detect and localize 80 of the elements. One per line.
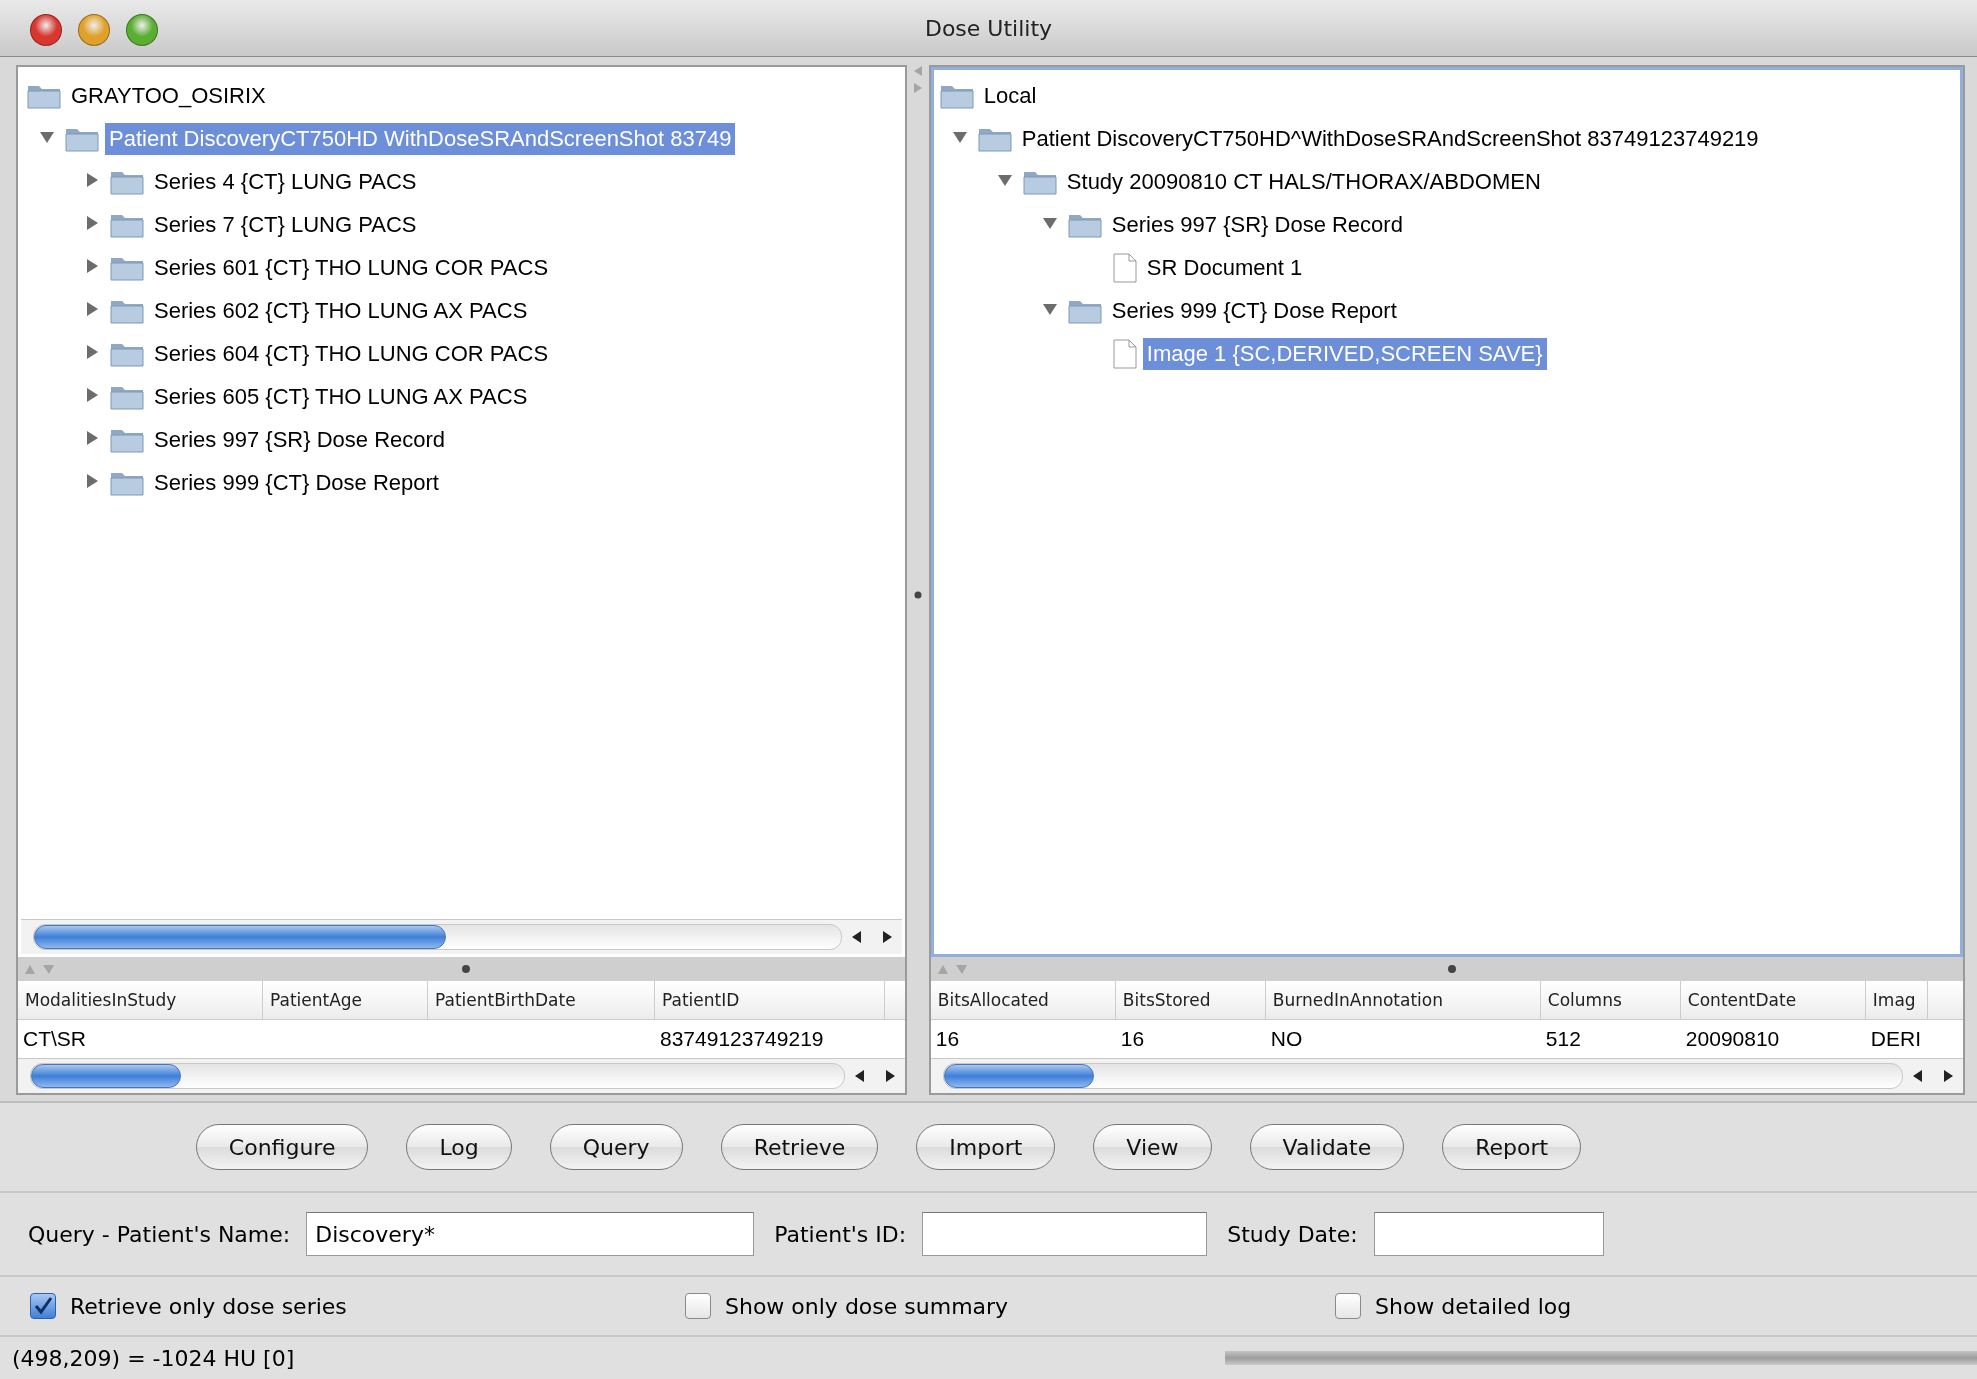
- tree-item[interactable]: GRAYTOO_OSIRIX: [67, 79, 270, 112]
- tree-item[interactable]: Series 604 {CT} THO LUNG COR PACS: [150, 337, 553, 370]
- table-cell: 83749123749219: [660, 1027, 824, 1051]
- table-cell: DERI: [1870, 1027, 1922, 1051]
- query-field[interactable]: [1373, 1212, 1604, 1256]
- collapsed-triangle-icon[interactable]: [84, 300, 100, 317]
- divider-grip-icon[interactable]: [1446, 964, 1457, 974]
- scroll-left-icon[interactable]: [1913, 1070, 1923, 1082]
- document-icon: [1112, 338, 1137, 369]
- tree-item[interactable]: Series 997 {SR} Dose Record: [1107, 208, 1407, 241]
- collapsed-triangle-icon[interactable]: [84, 429, 100, 446]
- column-header[interactable]: BitsAllocated: [930, 981, 1116, 1019]
- toolbar-button[interactable]: Report: [1442, 1124, 1582, 1170]
- field-label: Study Date:: [1227, 1221, 1358, 1247]
- scroll-right-icon[interactable]: [1943, 1070, 1953, 1082]
- query-field[interactable]: [922, 1212, 1208, 1256]
- toolbar-button[interactable]: Query: [549, 1124, 683, 1170]
- checkbox-label[interactable]: Show only dose summary: [725, 1293, 1009, 1319]
- checkbox[interactable]: [685, 1293, 711, 1319]
- toolbar-button[interactable]: Retrieve: [720, 1124, 879, 1170]
- column-header[interactable]: PatientID: [655, 981, 885, 1019]
- minimize-icon[interactable]: [78, 14, 110, 46]
- tree-item[interactable]: Series 601 {CT} THO LUNG COR PACS: [150, 251, 553, 284]
- tree-item[interactable]: Series 602 {CT} THO LUNG AX PACS: [150, 294, 532, 327]
- table-cell: 16: [935, 1027, 960, 1051]
- checkbox[interactable]: [1335, 1293, 1361, 1319]
- toolbar-button[interactable]: Log: [406, 1124, 512, 1170]
- field-label: Patient's ID:: [774, 1221, 907, 1247]
- table-cell: 20090810: [1685, 1027, 1780, 1051]
- horizontal-scrollbar[interactable]: [930, 1058, 1963, 1093]
- column-header[interactable]: ContentDate: [1680, 981, 1866, 1019]
- scroll-left-icon[interactable]: [854, 1070, 865, 1082]
- column-header[interactable]: Columns: [1540, 981, 1681, 1019]
- collapsed-triangle-icon[interactable]: [84, 343, 100, 360]
- column-header[interactable]: BurnedInAnnotation: [1265, 981, 1541, 1019]
- collapsed-triangle-icon[interactable]: [84, 472, 100, 489]
- scroll-right-icon[interactable]: [884, 1070, 895, 1082]
- column-header[interactable]: PatientBirthDate: [428, 981, 655, 1019]
- document-icon: [1112, 252, 1137, 283]
- divider-grip-icon[interactable]: [913, 591, 922, 599]
- tree-item[interactable]: Series 7 {CT} LUNG PACS: [150, 208, 421, 241]
- table-cell: 512: [1545, 1027, 1581, 1051]
- toolbar-button[interactable]: Configure: [195, 1124, 369, 1170]
- toolbar-button[interactable]: View: [1093, 1124, 1212, 1170]
- scroll-right-icon[interactable]: [881, 931, 892, 943]
- window-title: Dose Utility: [924, 15, 1053, 41]
- collapsed-triangle-icon[interactable]: [84, 257, 100, 274]
- table-cell: CT\SR: [23, 1027, 86, 1051]
- checkbox-label[interactable]: Retrieve only dose series: [70, 1293, 347, 1319]
- divider-grip-icon[interactable]: [461, 964, 472, 974]
- collapsed-triangle-icon[interactable]: [84, 171, 100, 188]
- field-label: Query - Patient's Name:: [28, 1221, 291, 1247]
- table-cell: NO: [1270, 1027, 1303, 1051]
- horizontal-scrollbar[interactable]: [21, 919, 902, 954]
- toolbar-button[interactable]: Validate: [1249, 1124, 1405, 1170]
- checkbox[interactable]: [30, 1293, 56, 1319]
- horizontal-scrollbar[interactable]: [18, 1058, 905, 1093]
- tree-item[interactable]: SR Document 1: [1142, 251, 1307, 284]
- tree-item[interactable]: Series 999 {CT} Dose Report: [150, 466, 443, 499]
- column-header[interactable]: PatientAge: [263, 981, 428, 1019]
- table-cell: 16: [1120, 1027, 1145, 1051]
- collapsed-triangle-icon[interactable]: [84, 214, 100, 231]
- query-field[interactable]: Discovery*: [306, 1212, 755, 1256]
- column-header[interactable]: ModalitiesInStudy: [18, 981, 263, 1019]
- tree-item[interactable]: Patient DiscoveryCT750HD^WithDoseSRAndScreenShot 83749123749219: [1017, 122, 1763, 155]
- tree-item[interactable]: Study 20090810 CT HALS/THORAX/ABDOMEN: [1062, 165, 1545, 198]
- column-header[interactable]: BitsStored: [1115, 981, 1266, 1019]
- close-icon[interactable]: [30, 14, 62, 46]
- collapsed-triangle-icon[interactable]: [84, 386, 100, 403]
- status-text: (498,209) = -1024 HU [0]: [11, 1345, 296, 1371]
- tree-item[interactable]: Series 997 {SR} Dose Record: [150, 423, 450, 456]
- tree-item[interactable]: Series 605 {CT} THO LUNG AX PACS: [150, 380, 532, 413]
- tree-item[interactable]: Series 4 {CT} LUNG PACS: [150, 165, 421, 198]
- tree-item[interactable]: Series 999 {CT} Dose Report: [1107, 294, 1401, 327]
- scroll-left-icon[interactable]: [851, 931, 862, 943]
- toolbar-button[interactable]: Import: [916, 1124, 1056, 1170]
- zoom-icon[interactable]: [126, 14, 158, 46]
- checkbox-label[interactable]: Show detailed log: [1375, 1293, 1572, 1319]
- column-header[interactable]: Imag: [1865, 981, 1928, 1019]
- tree-item[interactable]: Local: [979, 79, 1041, 112]
